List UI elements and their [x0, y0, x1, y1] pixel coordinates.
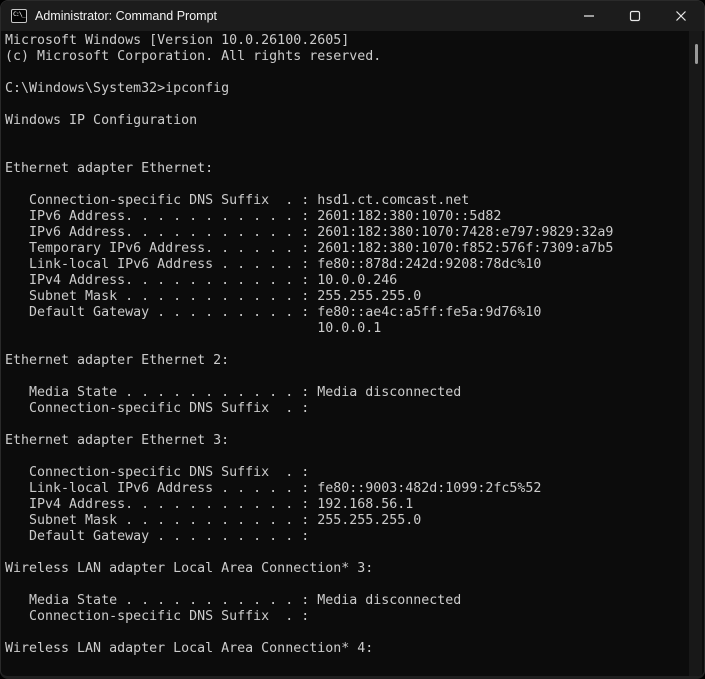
scrollbar-track[interactable]: [689, 31, 702, 676]
close-icon: [675, 10, 687, 22]
close-button[interactable]: [658, 1, 704, 31]
window-controls: [566, 1, 704, 31]
minimize-icon: [583, 10, 595, 22]
maximize-button[interactable]: [612, 1, 658, 31]
window-title: Administrator: Command Prompt: [35, 9, 566, 23]
cmd-icon-glyph: C:\_: [13, 11, 25, 18]
cmd-icon[interactable]: C:\_: [11, 9, 27, 23]
terminal-viewport[interactable]: Microsoft Windows [Version 10.0.26100.26…: [2, 31, 690, 676]
scrollbar-thumb[interactable]: [695, 44, 698, 64]
terminal-output: Microsoft Windows [Version 10.0.26100.26…: [2, 31, 690, 657]
command-prompt-window: C:\_ Administrator: Command Prompt: [0, 0, 705, 679]
titlebar[interactable]: C:\_ Administrator: Command Prompt: [1, 1, 704, 31]
maximize-icon: [629, 10, 641, 22]
minimize-button[interactable]: [566, 1, 612, 31]
